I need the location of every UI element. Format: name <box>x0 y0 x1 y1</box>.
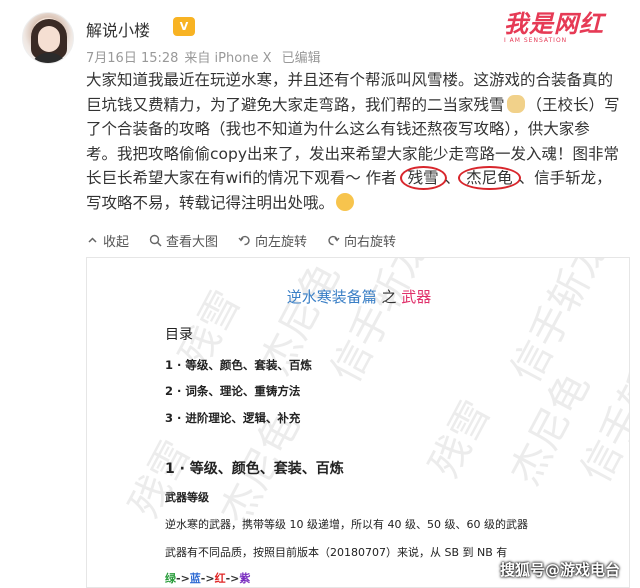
author-mention-2-text: 杰尼龟 <box>466 169 513 188</box>
rotate-left-button[interactable]: 向左旋转 <box>238 230 307 250</box>
watermark-logo-main: 我是网红 <box>504 10 604 38</box>
author-mention-2[interactable]: 杰尼龟 <box>458 166 521 191</box>
rotate-right-button[interactable]: 向右旋转 <box>327 230 396 250</box>
view-large-label: 查看大图 <box>166 234 219 250</box>
dog-emoji-icon <box>506 94 525 113</box>
view-large-button[interactable]: 查看大图 <box>149 230 218 250</box>
toc-heading: 目录 <box>165 327 193 343</box>
username[interactable]: 解说小楼 <box>86 17 150 41</box>
doc-title-of: 之 <box>381 288 397 306</box>
toc-item: 1 · 等级、颜色、套装、百炼 <box>165 358 312 372</box>
tag-green: 绿 <box>165 572 176 585</box>
collapse-icon <box>88 236 97 243</box>
tag-blue: 蓝 <box>189 572 201 585</box>
avatar-face <box>38 26 60 52</box>
collapse-button[interactable]: 收起 <box>86 230 129 250</box>
doc-watermark: 信手斩龙 <box>572 327 630 491</box>
section-heading: 1 · 等级、颜色、套装、百炼 <box>165 461 344 477</box>
post-text: 大家知道我最近在玩逆水寒，并且还有个帮派叫风雪楼。这游戏的合装备真的巨坑钱又费精… <box>86 68 620 216</box>
edited-label[interactable]: 已编辑 <box>282 51 321 66</box>
doc-watermark: 信手斩龙 <box>322 257 439 391</box>
tag-arrow: -> <box>176 572 190 585</box>
doc-title-main: 逆水寒装备篇 <box>286 288 377 306</box>
watermark-logo-sub: I AM SENSATION <box>504 37 568 44</box>
rotate-left-icon <box>238 235 250 245</box>
rotate-right-icon <box>328 235 340 245</box>
doc-title-weapon: 武器 <box>401 288 432 306</box>
doc-paragraph: 武器有不同品质，按照目前版本（20180707）来说，从 SB 到 NB 有 <box>165 546 508 559</box>
image-actions-bar: 收起 查看大图 向左旋转 向右旋转 <box>86 230 396 250</box>
doc-watermark: 杰尼龟 <box>502 365 600 493</box>
source-watermark: 搜狐号@游戏电台 <box>500 561 621 579</box>
attached-image[interactable]: 残雪 杰尼龟 信手斩龙 残雪 杰尼龟 残雪 杰尼龟 信手斩龙 信手斩龙 逆水寒装… <box>86 257 630 588</box>
collapse-label: 收起 <box>103 234 130 250</box>
rotate-left-label: 向左旋转 <box>255 234 308 250</box>
post-source: 来自 iPhone X <box>184 51 272 66</box>
watermark-logo: 我是网红 I AM SENSATION <box>504 4 630 48</box>
author-mention-1[interactable]: 残雪 <box>399 166 447 191</box>
tag-purple: 紫 <box>239 572 251 585</box>
vip-badge: V <box>173 17 195 36</box>
doc-title: 逆水寒装备篇 之 武器 <box>87 286 629 307</box>
doc-watermark: 残雪 <box>421 392 500 485</box>
subsection-heading: 武器等级 <box>165 491 209 504</box>
author-mention-1-text: 残雪 <box>407 169 439 188</box>
magnifier-icon <box>149 234 162 247</box>
tag-red: 红 <box>214 572 226 585</box>
tag-arrow: -> <box>200 572 215 585</box>
rotate-right-label: 向右旋转 <box>344 234 397 250</box>
doc-paragraph: 逆水寒的武器，携带等级 10 级递增，所以有 40 级、50 级、60 级的武器 <box>165 518 528 531</box>
tag-arrow: -> <box>225 572 240 585</box>
avatar[interactable] <box>22 12 74 64</box>
toc-item: 2 · 词条、理论、重铸方法 <box>165 384 301 398</box>
post-date[interactable]: 7月16日 15:28 <box>86 51 178 66</box>
toc-item: 3 · 进阶理论、逻辑、补充 <box>165 411 301 425</box>
post-meta: 7月16日 15:28 来自 iPhone X 已编辑 <box>86 47 327 66</box>
quality-tags: 绿->蓝->红->紫 <box>165 570 250 586</box>
smile-emoji-icon <box>336 192 355 211</box>
doc-watermark: 信手斩龙 <box>502 257 619 391</box>
